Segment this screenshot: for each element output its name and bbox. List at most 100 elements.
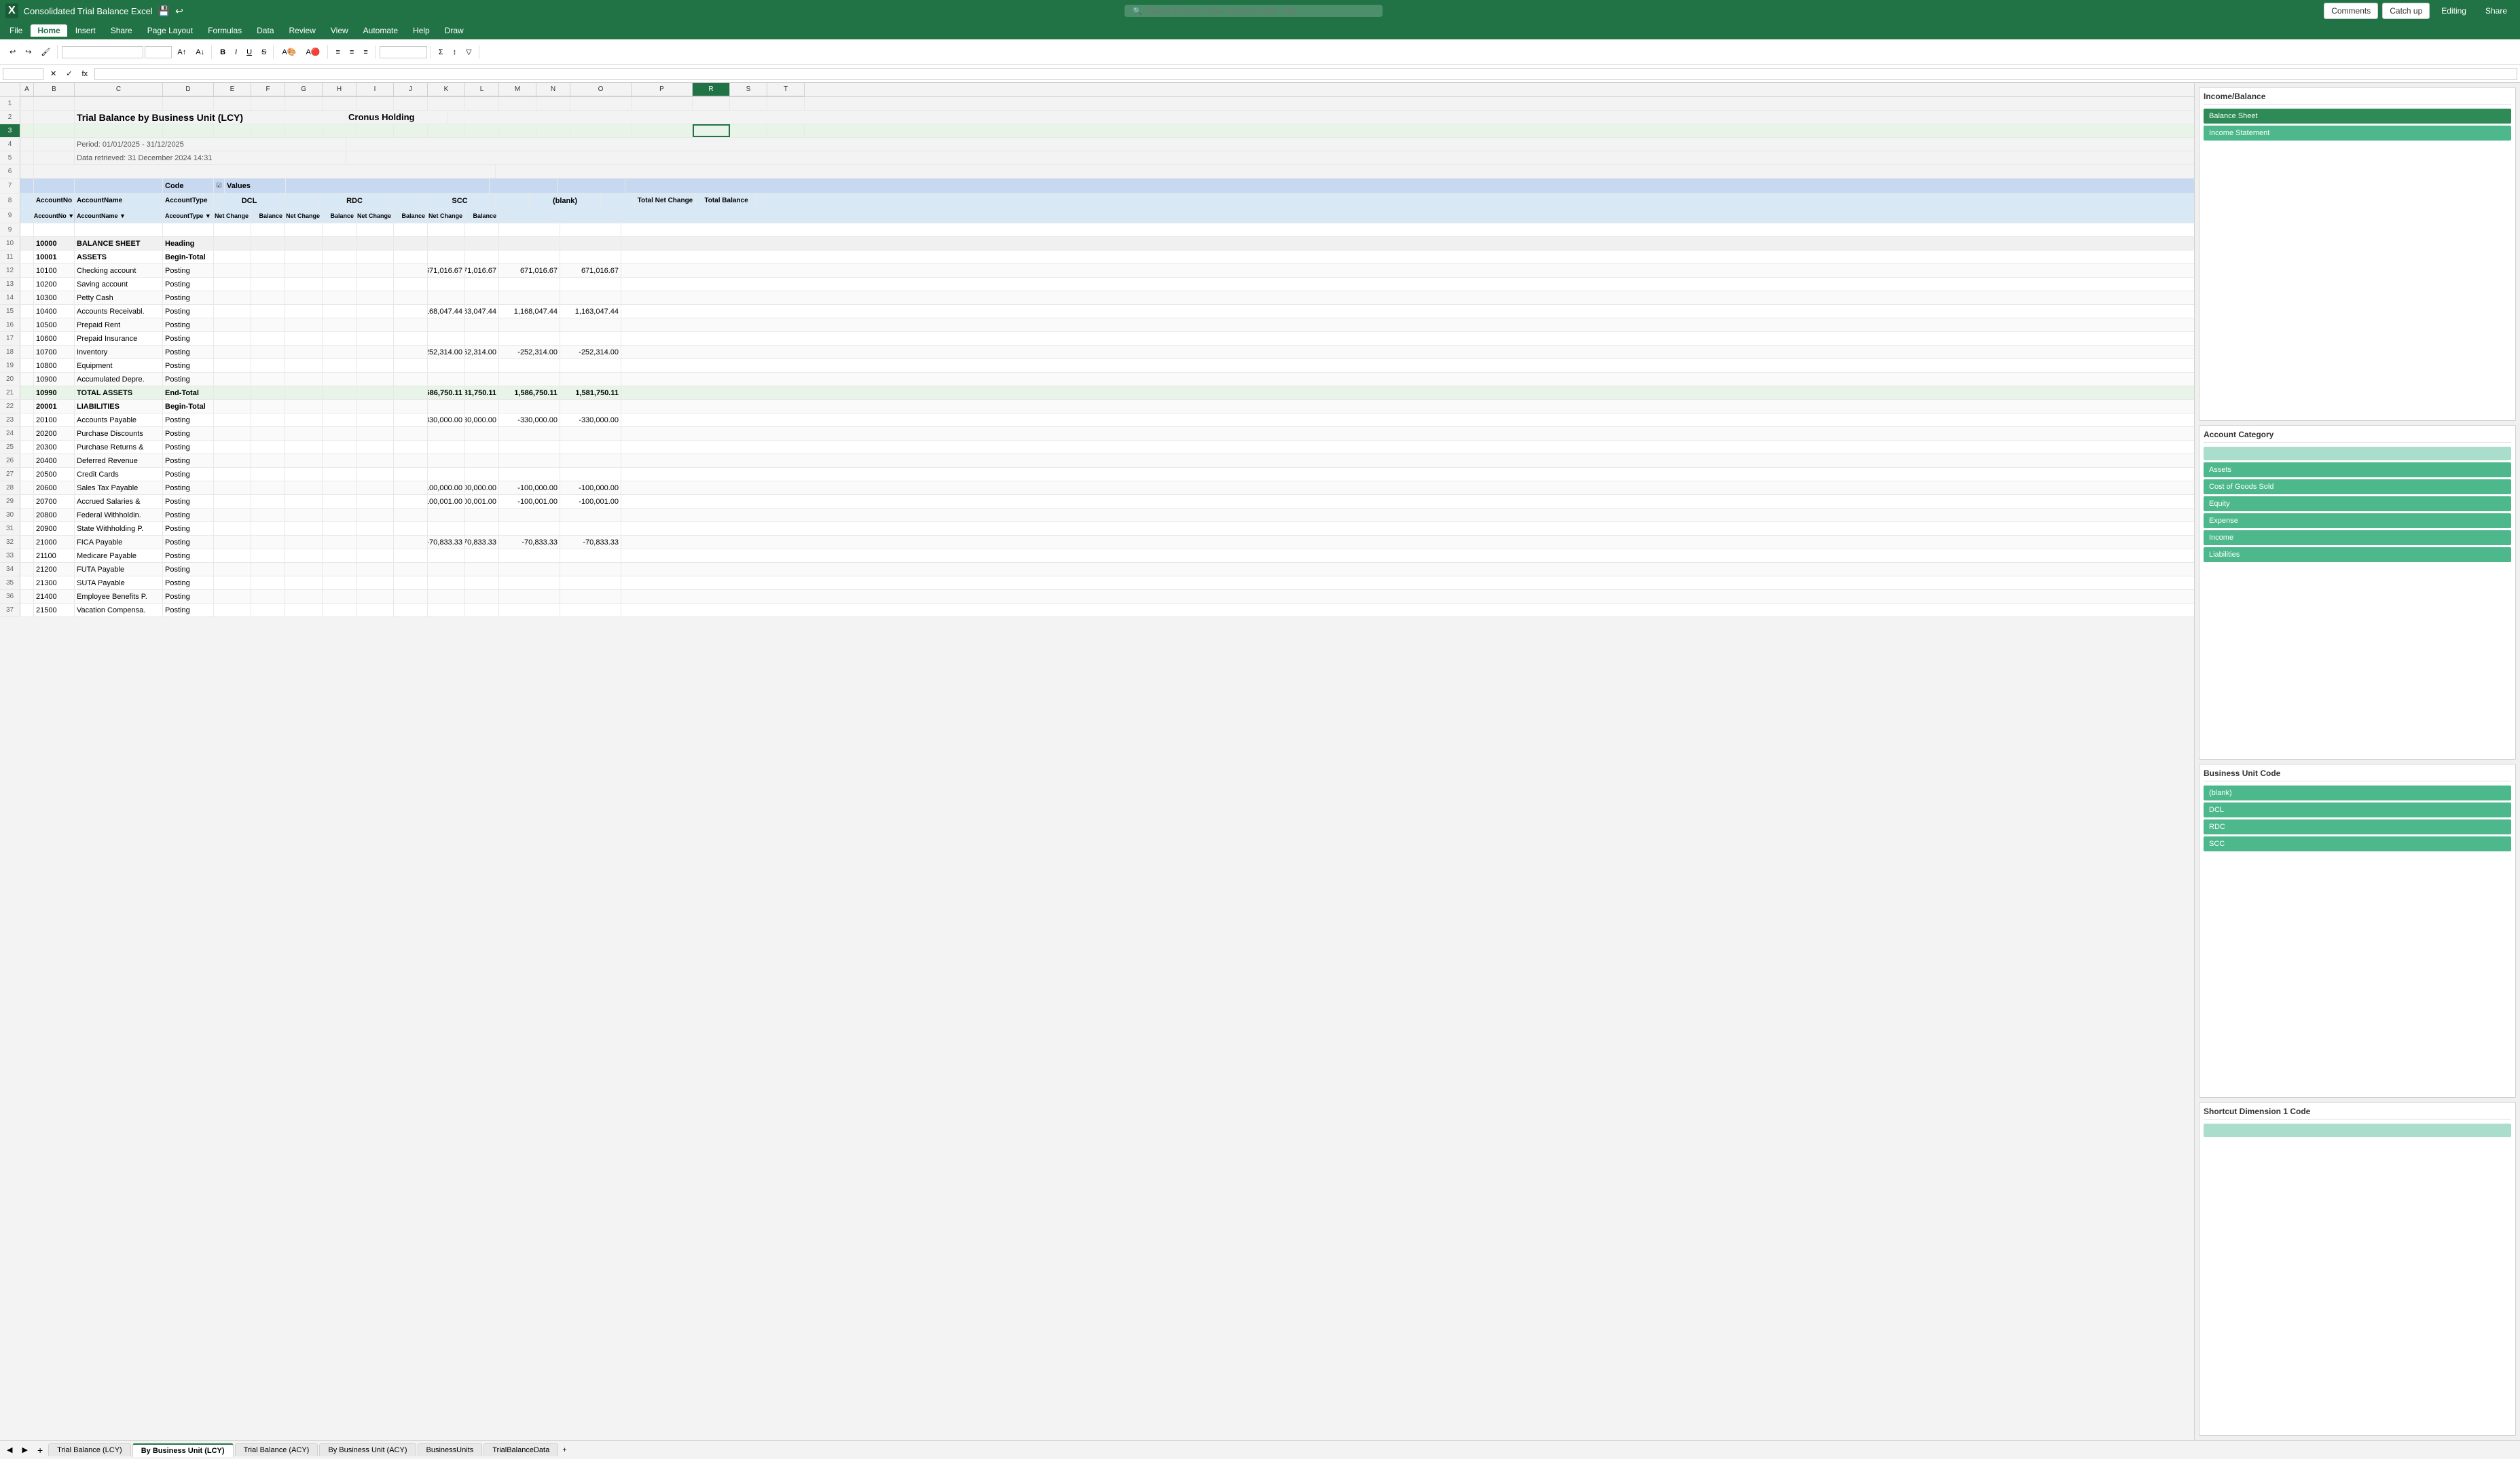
account-no-25[interactable]: 20300 <box>34 441 75 454</box>
account-type-10[interactable]: Heading <box>163 237 214 250</box>
align-center-btn[interactable]: ≡ <box>346 45 358 59</box>
account-type-28[interactable]: Posting <box>163 481 214 494</box>
underline-btn[interactable]: U <box>242 45 256 59</box>
account-no-32[interactable]: 21000 <box>34 536 75 549</box>
col-header-l[interactable]: L <box>465 83 499 96</box>
account-name-17[interactable]: Prepaid Insurance <box>75 332 163 345</box>
tab-data[interactable]: Data <box>250 24 280 37</box>
account-no-28[interactable]: 20600 <box>34 481 75 494</box>
income-btn[interactable]: Income <box>2204 530 2511 545</box>
col-header-h[interactable]: H <box>323 83 357 96</box>
account-no-15[interactable]: 10400 <box>34 305 75 318</box>
col-header-p[interactable]: P <box>632 83 693 96</box>
tab-share[interactable]: Share <box>104 24 139 37</box>
account-name-22[interactable]: LIABILITIES <box>75 400 163 413</box>
account-name-11[interactable]: ASSETS <box>75 251 163 263</box>
font-color-btn[interactable]: A🔴 <box>302 45 324 59</box>
account-no-36[interactable]: 21400 <box>34 590 75 603</box>
account-name-32[interactable]: FICA Payable <box>75 536 163 549</box>
account-type-31[interactable]: Posting <box>163 522 214 535</box>
col-header-s[interactable]: S <box>730 83 767 96</box>
sheet-tab-by-business-unit-lcy[interactable]: By Business Unit (LCY) <box>132 1443 234 1457</box>
col-header-b[interactable]: B <box>34 83 75 96</box>
col-header-a[interactable]: A <box>20 83 34 96</box>
decrease-font-btn[interactable]: A↓ <box>191 45 208 59</box>
tab-pagelayout[interactable]: Page Layout <box>141 24 200 37</box>
account-name-23[interactable]: Accounts Payable <box>75 413 163 426</box>
format-paint-btn[interactable]: 🖌 <box>37 45 54 59</box>
col-header-i[interactable]: I <box>357 83 394 96</box>
sheet-tab-business-units[interactable]: BusinessUnits <box>418 1443 483 1456</box>
col-header-d[interactable]: D <box>163 83 214 96</box>
account-type-35[interactable]: Posting <box>163 576 214 589</box>
font-size-select[interactable]: 11 <box>145 46 172 58</box>
filter-btn[interactable]: ▽ <box>462 45 475 59</box>
account-name-13[interactable]: Saving account <box>75 278 163 291</box>
share-button[interactable]: Share <box>2478 3 2515 19</box>
account-type-21[interactable]: End-Total <box>163 386 214 399</box>
col-header-j[interactable]: J <box>394 83 428 96</box>
account-no-16[interactable]: 10500 <box>34 318 75 331</box>
account-type-36[interactable]: Posting <box>163 590 214 603</box>
account-type-13[interactable]: Posting <box>163 278 214 291</box>
col-header-e[interactable]: E <box>214 83 251 96</box>
expense-btn[interactable]: Expense <box>2204 513 2511 528</box>
redo-btn[interactable]: ↪ <box>21 45 35 59</box>
balance-sheet-btn[interactable]: Balance Sheet <box>2204 109 2511 124</box>
tab-automate[interactable]: Automate <box>357 24 405 37</box>
account-name-29[interactable]: Accrued Salaries & <box>75 495 163 508</box>
assets-btn[interactable]: Assets <box>2204 462 2511 477</box>
account-name-26[interactable]: Deferred Revenue <box>75 454 163 467</box>
account-no-14[interactable]: 10300 <box>34 291 75 304</box>
col-header-r[interactable]: R <box>693 83 730 96</box>
tab-home[interactable]: Home <box>31 24 67 37</box>
account-type-16[interactable]: Posting <box>163 318 214 331</box>
account-name-16[interactable]: Prepaid Rent <box>75 318 163 331</box>
col-header-f[interactable]: F <box>251 83 285 96</box>
account-no-20[interactable]: 10900 <box>34 373 75 386</box>
sort-btn[interactable]: ↕ <box>449 45 461 59</box>
account-type-15[interactable]: Posting <box>163 305 214 318</box>
account-no-33[interactable]: 21100 <box>34 549 75 562</box>
account-no-10[interactable]: 10000 <box>34 237 75 250</box>
new-sheet-plus-btn[interactable]: + <box>562 1446 566 1454</box>
new-sheet-btn[interactable]: + <box>33 1442 47 1458</box>
col-header-c[interactable]: C <box>75 83 163 96</box>
account-no-17[interactable]: 10600 <box>34 332 75 345</box>
tab-draw[interactable]: Draw <box>438 24 471 37</box>
align-right-btn[interactable]: ≡ <box>359 45 371 59</box>
tab-insert[interactable]: Insert <box>69 24 103 37</box>
confirm-formula-btn[interactable]: ✓ <box>62 67 76 81</box>
col-header-k[interactable]: K <box>428 83 465 96</box>
account-type-32[interactable]: Posting <box>163 536 214 549</box>
sum-btn[interactable]: Σ <box>435 45 448 59</box>
font-family-select[interactable]: Segoe UI (Body) <box>62 46 143 58</box>
bold-btn[interactable]: B <box>216 45 230 59</box>
account-type-14[interactable]: Posting <box>163 291 214 304</box>
account-name-33[interactable]: Medicare Payable <box>75 549 163 562</box>
account-no-18[interactable]: 10700 <box>34 346 75 358</box>
catchup-button[interactable]: Catch up <box>2382 3 2430 19</box>
col-header-m[interactable]: M <box>499 83 536 96</box>
account-no-22[interactable]: 20001 <box>34 400 75 413</box>
cogs-btn[interactable]: Cost of Goods Sold <box>2204 479 2511 494</box>
sheet-tab-trial-balance-acy[interactable]: Trial Balance (ACY) <box>235 1443 318 1456</box>
account-name-20[interactable]: Accumulated Depre. <box>75 373 163 386</box>
account-no-29[interactable]: 20700 <box>34 495 75 508</box>
sheet-tab-by-business-unit-acy[interactable]: By Business Unit (ACY) <box>319 1443 416 1456</box>
account-no-30[interactable]: 20800 <box>34 509 75 521</box>
account-type-27[interactable]: Posting <box>163 468 214 481</box>
formula-input[interactable] <box>94 68 2517 80</box>
tab-review[interactable]: Review <box>282 24 323 37</box>
account-name-12[interactable]: Checking account <box>75 264 163 277</box>
account-name-21[interactable]: TOTAL ASSETS <box>75 386 163 399</box>
account-no-23[interactable]: 20100 <box>34 413 75 426</box>
account-type-24[interactable]: Posting <box>163 427 214 440</box>
account-type-22[interactable]: Begin-Total <box>163 400 214 413</box>
account-name-35[interactable]: SUTA Payable <box>75 576 163 589</box>
account-name-25[interactable]: Purchase Returns & <box>75 441 163 454</box>
sheet-nav-left[interactable]: ◀ <box>3 1443 16 1457</box>
cell-reference[interactable]: R3 <box>3 68 43 80</box>
account-name-27[interactable]: Credit Cards <box>75 468 163 481</box>
account-type-12[interactable]: Posting <box>163 264 214 277</box>
